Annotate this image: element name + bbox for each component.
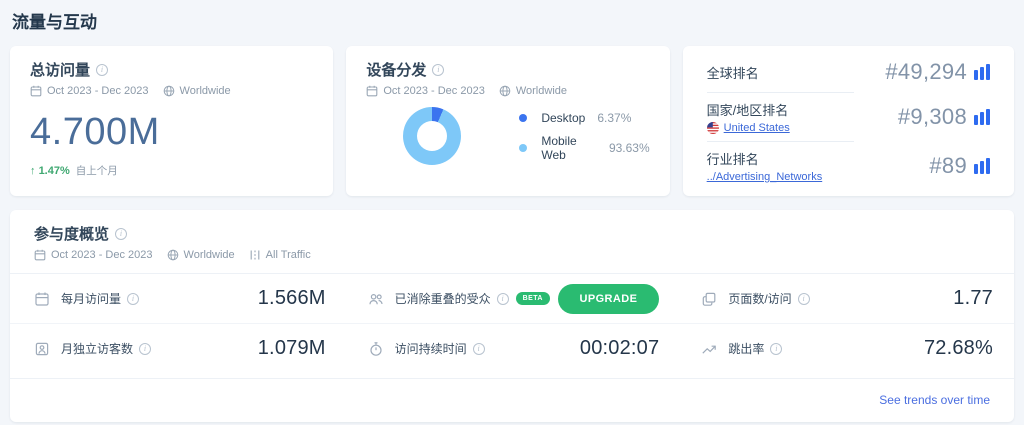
metric-label: 跳出率: [728, 342, 765, 356]
country-rank-row: 国家/地区排名 United States #9,308: [706, 93, 990, 141]
globe-icon: [163, 85, 174, 97]
metric-deduplicated-audience: 已消除重叠的受众 i BETA UPGRADE: [368, 274, 660, 323]
up-arrow-icon: ↑: [30, 164, 36, 177]
globe-icon: [499, 85, 511, 97]
calendar-icon: [34, 291, 50, 307]
metric-value: 1.079M: [257, 337, 326, 359]
region-label: Worldwide: [515, 85, 567, 97]
country-link[interactable]: United States: [724, 122, 790, 134]
info-icon[interactable]: i: [96, 63, 109, 76]
see-trends-link[interactable]: See trends over time: [879, 393, 990, 407]
global-rank-label: 全球排名: [706, 65, 759, 81]
metric-pages-per-visit: 页面数/访问 i 1.77: [701, 274, 993, 323]
metrics-row-2: 月独立访客数 i 1.079M 访问持续时间 i 00:02:07 跳出率 i …: [10, 324, 1014, 373]
total-visits-value: 4.700M: [30, 111, 160, 153]
info-icon[interactable]: i: [770, 342, 783, 355]
change-period-label: 自上个月: [75, 165, 118, 177]
stopwatch-icon: [368, 341, 384, 357]
metric-label: 月独立访客数: [61, 342, 134, 356]
info-icon[interactable]: i: [797, 292, 810, 305]
upgrade-button[interactable]: UPGRADE: [557, 283, 660, 314]
country-rank-label: 国家/地区排名: [706, 103, 789, 118]
rank-bars-icon: [973, 64, 990, 80]
desktop-dot-icon: [519, 113, 528, 122]
info-icon[interactable]: i: [472, 342, 485, 355]
legend-item-mobile-web: Mobile Web 93.63%: [519, 133, 650, 162]
engagement-footer: See trends over time: [10, 378, 1014, 422]
industry-rank-label: 行业排名: [706, 152, 759, 167]
legend-item-desktop: Desktop 6.37%: [519, 111, 649, 125]
info-icon[interactable]: i: [115, 227, 128, 240]
date-range: Oct 2023 - Dec 2023: [51, 249, 153, 261]
info-icon[interactable]: i: [496, 292, 509, 305]
legend-value: 6.37%: [597, 110, 632, 125]
metric-monthly-visits: 每月访问量 i 1.566M: [34, 274, 326, 323]
page-title: 流量与互动: [12, 13, 97, 32]
change-value: 1.47%: [38, 164, 70, 177]
visitor-card-icon: [34, 341, 50, 357]
globe-icon: [167, 249, 178, 261]
region-label: Worldwide: [183, 249, 235, 261]
legend-value: 93.63%: [608, 140, 650, 155]
region-label: Worldwide: [179, 85, 231, 97]
calendar-icon: [34, 249, 46, 261]
change-up-indicator: ↑ 1.47%: [30, 165, 70, 177]
device-distribution-card: 设备分发 i Oct 2023 - Dec 2023 Worldwide Des…: [346, 46, 670, 196]
info-icon[interactable]: i: [432, 63, 445, 76]
traffic-lanes-icon: [250, 250, 260, 260]
legend-label: Mobile Web: [541, 133, 577, 162]
metrics-row-1: 每月访问量 i 1.566M 已消除重叠的受众 i BETA UPGRADE 页…: [10, 274, 1014, 324]
metric-monthly-unique-visitors: 月独立访客数 i 1.079M: [34, 324, 326, 373]
traffic-engagement-page: 流量与互动 总访问量 i Oct 2023 - Dec 2023 Worldwi…: [0, 0, 1024, 422]
users-icon: [368, 291, 384, 307]
us-flag-icon: [706, 122, 719, 134]
date-range: Oct 2023 - Dec 2023: [47, 85, 149, 97]
global-rank-value: #49,294: [885, 59, 967, 84]
metric-value: 00:02:07: [579, 337, 660, 359]
device-distribution-title: 设备分发: [366, 62, 427, 79]
trend-arrow-icon: [701, 341, 717, 357]
pages-icon: [701, 291, 717, 307]
metric-value: 72.68%: [923, 337, 993, 359]
info-icon[interactable]: i: [139, 342, 152, 355]
country-rank-value: #9,308: [897, 104, 967, 129]
overview-cards-row: 总访问量 i Oct 2023 - Dec 2023 Worldwide 4.7…: [10, 46, 1014, 196]
total-visits-title: 总访问量: [30, 62, 91, 79]
metric-visit-duration: 访问持续时间 i 00:02:07: [368, 324, 660, 373]
calendar-icon: [366, 85, 378, 97]
legend-label: Desktop: [541, 110, 586, 125]
rankings-card: 全球排名 #49,294 国家/地区排名 United States #9,30…: [682, 46, 1014, 196]
metric-label: 访问持续时间: [394, 342, 467, 356]
mobile-web-dot-icon: [519, 143, 528, 152]
engagement-overview-card: 参与度概览 i Oct 2023 - Dec 2023 Worldwide Al…: [10, 210, 1014, 422]
rank-bars-icon: [973, 158, 990, 174]
metric-bounce-rate: 跳出率 i 72.68%: [701, 324, 993, 373]
industry-link[interactable]: ../Advertising_Networks: [707, 171, 823, 183]
calendar-icon: [30, 85, 42, 97]
date-range: Oct 2023 - Dec 2023: [383, 85, 485, 97]
beta-badge: BETA: [515, 292, 550, 305]
metric-label: 已消除重叠的受众: [394, 292, 491, 306]
device-donut-chart: [403, 107, 462, 165]
traffic-filter-label: All Traffic: [265, 249, 311, 261]
metric-label: 每月访问量: [61, 292, 122, 306]
info-icon[interactable]: i: [127, 292, 140, 305]
engagement-title: 参与度概览: [34, 226, 110, 243]
metric-label: 页面数/访问: [728, 292, 792, 306]
global-rank-row: 全球排名 #49,294: [707, 52, 990, 92]
total-visits-card: 总访问量 i Oct 2023 - Dec 2023 Worldwide 4.7…: [10, 46, 334, 196]
device-legend: Desktop 6.37% Mobile Web 93.63%: [519, 111, 650, 162]
metric-value: 1.77: [953, 287, 993, 309]
industry-rank-value: #89: [929, 153, 967, 178]
rank-bars-icon: [973, 109, 990, 125]
industry-rank-row: 行业排名 ../Advertising_Networks #89: [707, 142, 990, 190]
metric-value: 1.566M: [257, 287, 326, 309]
